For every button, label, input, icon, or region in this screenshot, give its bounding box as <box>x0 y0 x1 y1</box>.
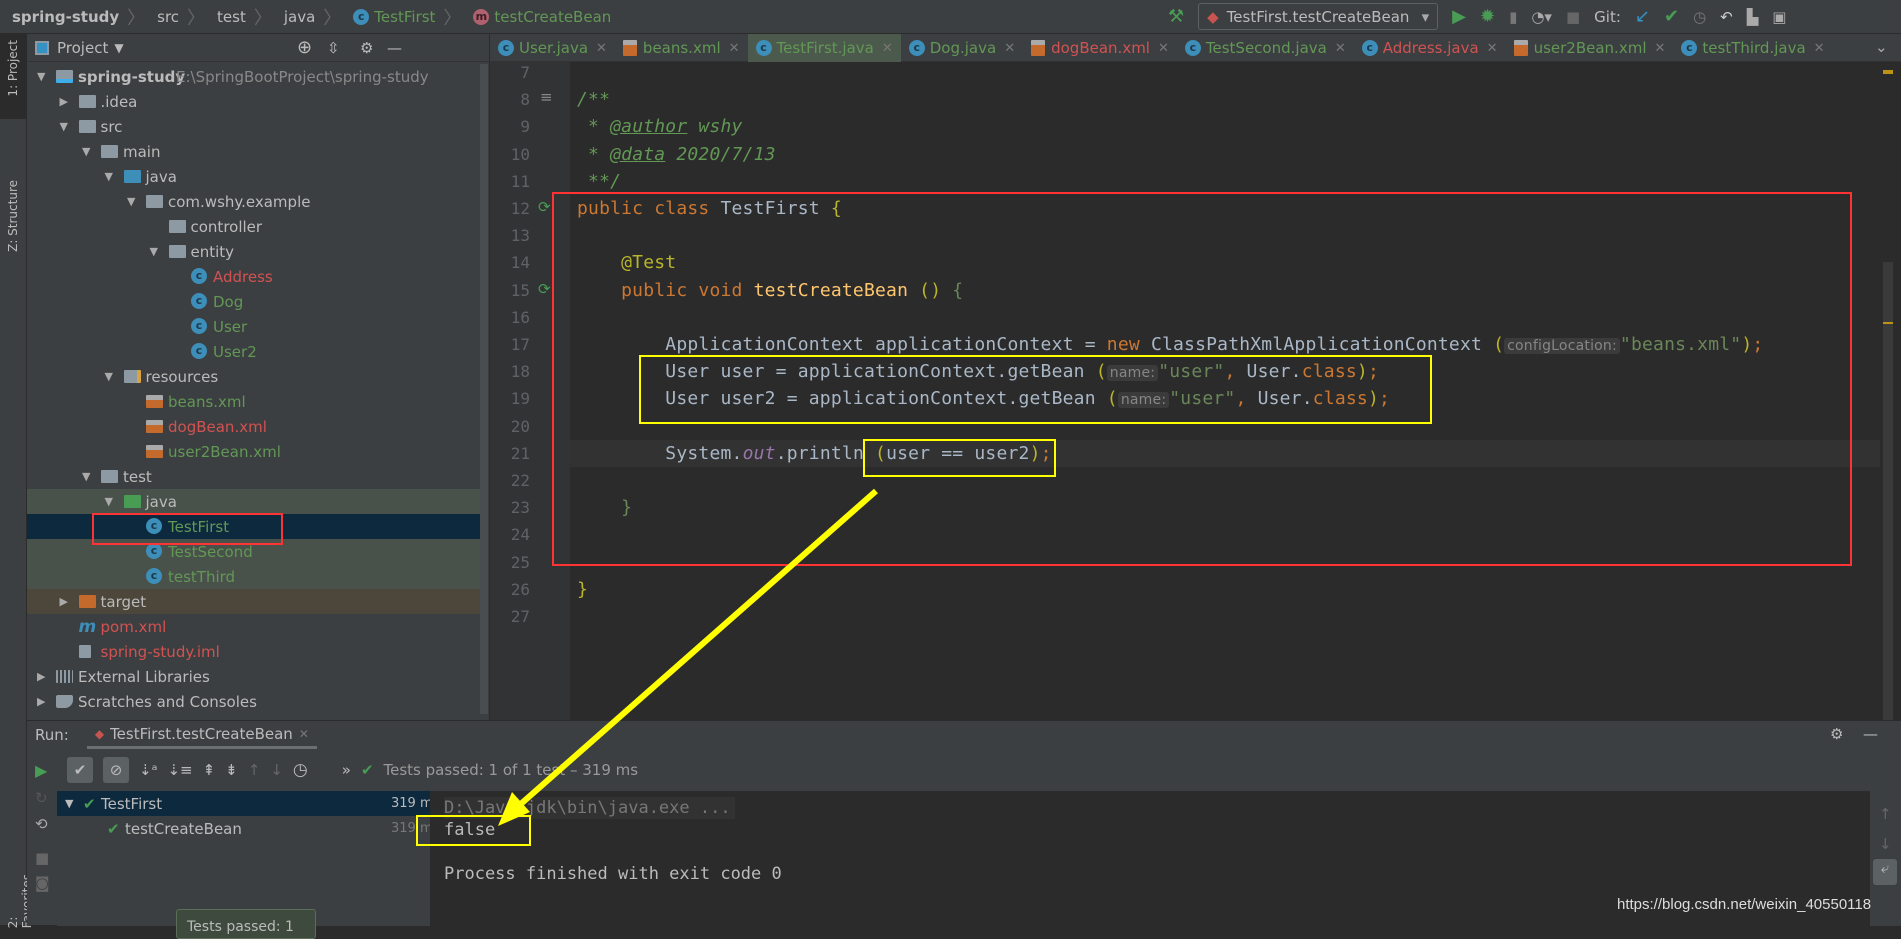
annotation-arrow <box>498 488 878 826</box>
